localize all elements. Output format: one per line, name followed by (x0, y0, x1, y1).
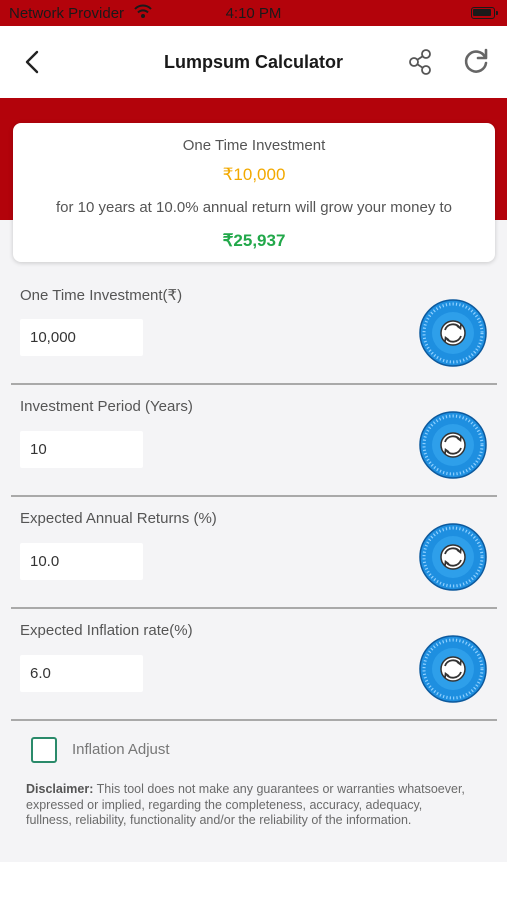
summary-label: One Time Investment (182, 137, 326, 154)
field-label: Expected Annual Returns (%) (20, 510, 217, 527)
nav-bar: Lumpsum Calculator (0, 26, 507, 98)
summary-result-amount: ₹25,937 (222, 231, 286, 250)
inflation-adjust-label: Inflation Adjust (72, 741, 170, 758)
period-input[interactable] (20, 431, 143, 468)
field-label: Expected Inflation rate(%) (20, 622, 193, 639)
dial-knob-icon[interactable] (419, 411, 487, 479)
field-investment: One Time Investment(₹) (0, 272, 507, 385)
field-label: One Time Investment(₹) (20, 287, 183, 304)
dial-knob-icon[interactable] (419, 635, 487, 703)
inflation-adjust-checkbox[interactable] (31, 737, 57, 763)
summary-investment-amount: ₹10,000 (222, 165, 286, 184)
refresh-icon[interactable] (460, 46, 492, 78)
divider (11, 719, 497, 721)
status-time: 4:10 PM (225, 5, 282, 22)
field-returns: Expected Annual Returns (%) (0, 496, 507, 609)
returns-input[interactable] (20, 543, 143, 580)
disclaimer: Disclaimer: This tool does not make any … (26, 782, 471, 829)
dial-knob-icon[interactable] (419, 299, 487, 367)
disclaimer-heading: Disclaimer: (26, 782, 94, 796)
share-icon[interactable] (404, 46, 436, 78)
battery-icon (471, 7, 498, 19)
investment-input[interactable] (20, 319, 143, 356)
inflation-rate-input[interactable] (20, 655, 143, 692)
status-bar: Network Provider 4:10 PM (0, 0, 507, 26)
field-inflation-rate: Expected Inflation rate(%) (0, 608, 507, 721)
summary-card: One Time Investment ₹10,000 for 10 years… (13, 123, 495, 262)
summary-description: for 10 years at 10.0% annual return will… (55, 199, 453, 216)
dial-knob-icon[interactable] (419, 523, 487, 591)
field-label: Investment Period (Years) (20, 398, 193, 415)
field-period: Investment Period (Years) (0, 384, 507, 497)
